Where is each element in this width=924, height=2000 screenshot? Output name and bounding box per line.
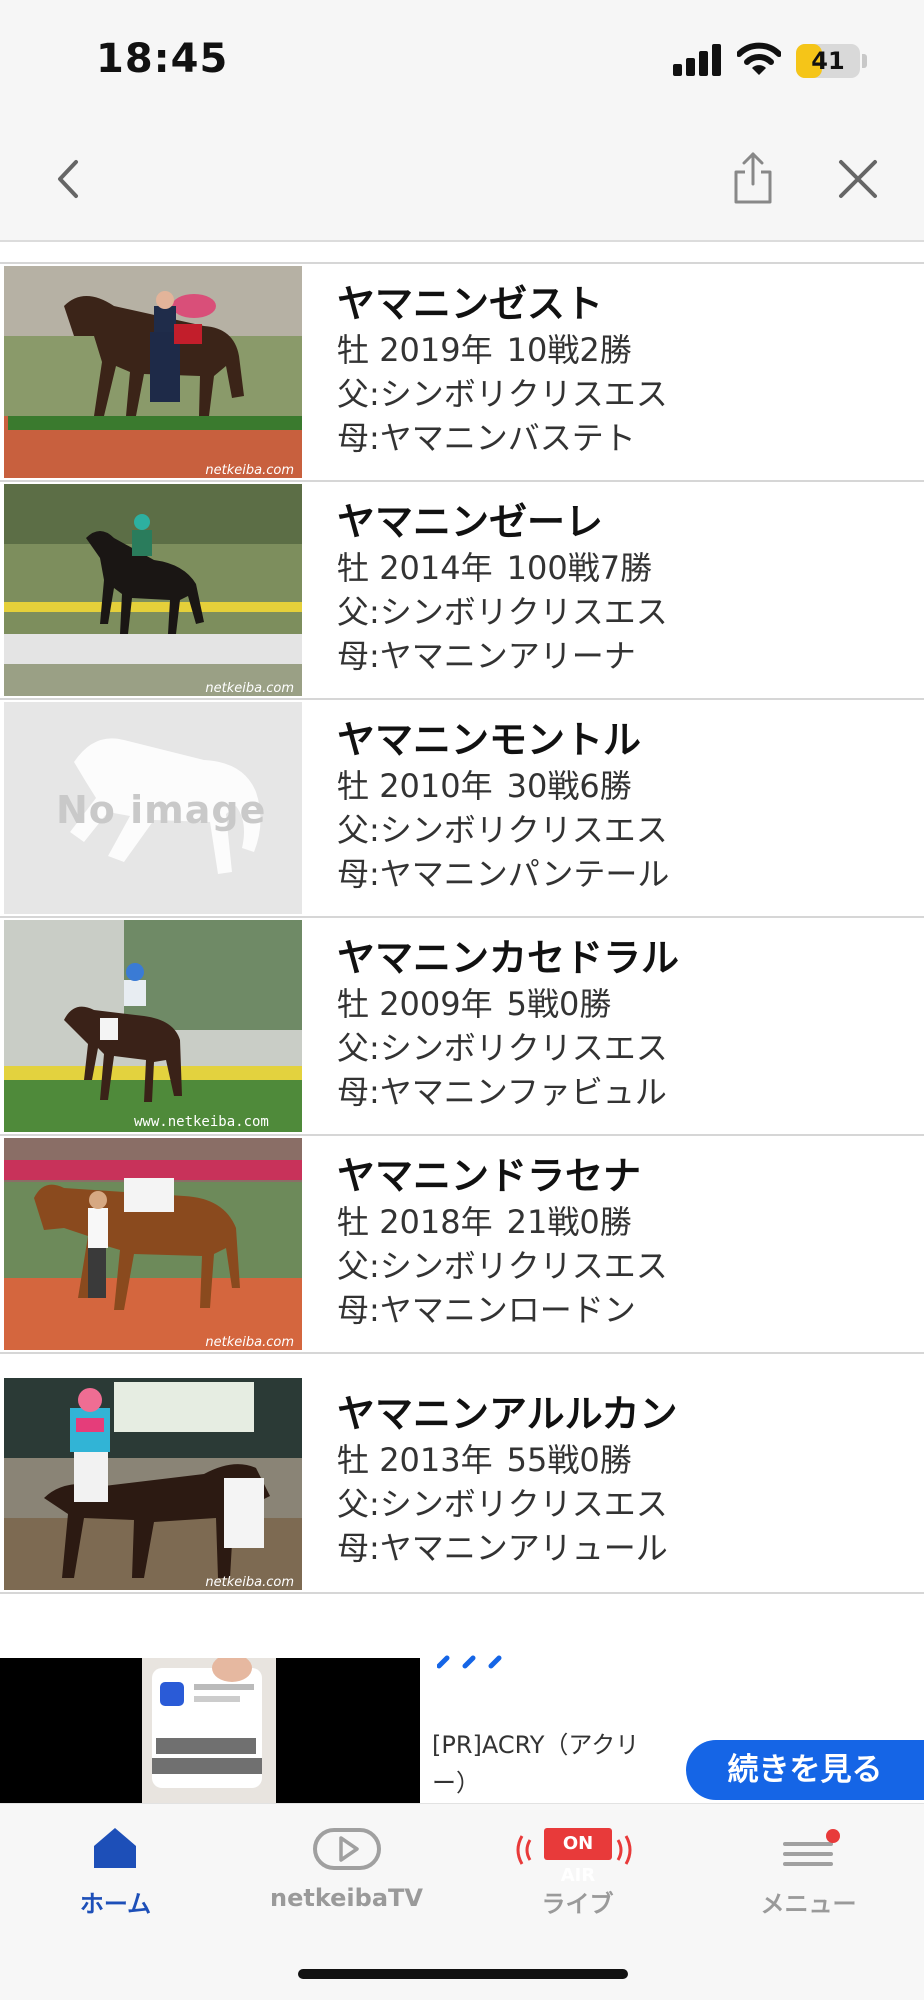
horse-photo: netkeiba.com [4,266,302,478]
ad-banner[interactable]: [PR]ACRY（アクリー） 続きを見る [0,1655,924,1803]
horse-birth-year: 2014年 [379,549,493,587]
battery-percent: 41 [811,47,845,75]
horse-birth-year: 2019年 [379,331,493,369]
horse-sex: 牡 [337,1441,370,1479]
horse-sire: 父:シンボリクリスエス [337,1247,668,1285]
horse-dam: 母:ヤマニンバステト [337,419,636,457]
horse-dam: 母:ヤマニンアリュール [337,1529,668,1567]
horse-sex: 牡 [337,985,370,1023]
horse-record: 5戦0勝 [506,985,612,1023]
horse-info: ヤマニンドラセナ 牡 2018年 21戦0勝 父:シンボリクリスエス 母:ヤマニン… [337,1152,668,1332]
ad-video-frame [142,1658,276,1803]
horse-sex: 牡 [337,767,370,805]
horse-info: ヤマニンカセドラル 牡 2009年 5戦0勝 父:シンボリクリスエス 母:ヤマニン… [337,934,679,1114]
horse-profile: 牡 2009年 5戦0勝 [337,982,679,1026]
ad-video[interactable] [0,1658,420,1803]
home-icon [94,1828,136,1868]
horse-name: ヤマニンゼスト [337,282,604,326]
horse-birth-year: 2010年 [379,767,493,805]
horse-name: ヤマニンアルルカン [337,1392,678,1436]
tab-menu[interactable]: メニュー [693,1804,924,1934]
ad-headline-fragment [437,1655,502,1669]
wifi-icon [737,42,781,75]
horse-sire: 父:シンボリクリスエス [337,375,668,413]
horse-row[interactable]: netkeiba.com ヤマニンドラセナ 牡 2018年 21戦0勝 父:シンボ… [0,1136,924,1354]
cellular-signal-icon [673,44,721,76]
horse-dam: 母:ヤマニンアリーナ [337,637,636,675]
horse-photo: www.netkeiba.com [4,920,302,1132]
tab-label: ホーム [79,1890,152,1918]
tab-home[interactable]: ホーム [0,1804,231,1934]
play-icon [313,1828,381,1870]
horse-photo: netkeiba.com [4,1378,302,1590]
horse-record: 55戦0勝 [506,1441,632,1479]
no-image-label: No image [56,788,267,832]
svg-text:www.netkeiba.com: www.netkeiba.com [134,1114,269,1130]
horse-record: 21戦0勝 [506,1203,632,1241]
horse-birth-year: 2009年 [379,985,493,1023]
horse-dam: 母:ヤマニンパンテール [337,855,670,893]
status-time: 18:45 [96,36,229,82]
horse-sire: 父:シンボリクリスエス [337,1029,668,1067]
horse-row[interactable]: netkeiba.com ヤマニンアルルカン 牡 2013年 55戦0勝 父:シン… [0,1354,924,1594]
horse-sire: 父:シンボリクリスエス [337,811,668,849]
horse-profile: 牡 2019年 10戦2勝 [337,328,668,372]
horse-profile: 牡 2010年 30戦6勝 [337,764,669,808]
horse-info: ヤマニンゼスト 牡 2019年 10戦2勝 父:シンボリクリスエス 母:ヤマニンバ… [337,280,668,460]
menu-icon [783,1829,840,1866]
horse-row[interactable]: netkeiba.com ヤマニンゼーレ 牡 2014年 100戦7勝 父:シンボ… [0,482,924,700]
horse-profile: 牡 2014年 100戦7勝 [337,546,668,590]
horse-name: ヤマニンドラセナ [337,1154,642,1198]
horse-info: ヤマニンゼーレ 牡 2014年 100戦7勝 父:シンボリクリスエス 母:ヤマニン… [337,498,668,678]
horse-record: 30戦6勝 [506,767,632,805]
chevron-left-icon[interactable] [44,154,94,204]
tab-label: netkeibaTV [270,1884,423,1912]
svg-text:netkeiba.com: netkeiba.com [205,463,294,478]
svg-text:netkeiba.com: netkeiba.com [205,681,294,696]
horse-dam: 母:ヤマニンファビュル [337,1073,667,1111]
horse-info: ヤマニンモントル 牡 2010年 30戦6勝 父:シンボリクリスエス 母:ヤマニン… [337,716,669,896]
horse-sex: 牡 [337,1203,370,1241]
horse-list: netkeiba.com ヤマニンゼスト 牡 2019年 10戦2勝 父:シンボリ… [0,262,924,1594]
status-bar: 18:45 41 [0,0,924,120]
horse-sire: 父:シンボリクリスエス [337,1485,668,1523]
ad-sponsor: [PR]ACRY（アクリー） [432,1731,640,1797]
battery-icon: 41 [796,44,860,78]
horse-profile: 牡 2018年 21戦0勝 [337,1200,668,1244]
horse-name: ヤマニンカセドラル [337,936,680,980]
horse-row[interactable]: No image ヤマニンモントル 牡 2010年 30戦6勝 父:シンボリクリス… [0,700,924,918]
ad-cta-button[interactable]: 続きを見る [686,1740,924,1800]
horse-birth-year: 2013年 [379,1441,493,1479]
horse-dam: 母:ヤマニンロードン [337,1291,636,1329]
horse-profile: 牡 2013年 55戦0勝 [337,1438,677,1482]
horse-row[interactable]: www.netkeiba.com ヤマニンカセドラル 牡 2009年 5戦0勝 父… [0,918,924,1136]
browser-nav-bar [0,120,924,242]
horse-photo-placeholder: No image [4,702,302,914]
home-indicator [298,1969,628,1979]
tab-netkeibatv[interactable]: netkeibaTV [231,1804,462,1934]
horse-birth-year: 2018年 [379,1203,493,1241]
horse-sex: 牡 [337,331,370,369]
share-icon[interactable] [728,150,778,206]
close-icon[interactable] [833,154,883,204]
horse-sire: 父:シンボリクリスエス [337,593,668,631]
horse-record: 100戦7勝 [506,549,653,587]
horse-record: 10戦2勝 [506,331,632,369]
horse-row[interactable]: netkeiba.com ヤマニンゼスト 牡 2019年 10戦2勝 父:シンボリ… [0,264,924,482]
on-air-badge: ON AIR [544,1828,612,1886]
tab-label: メニュー [760,1890,857,1918]
bottom-tab-bar: ホーム netkeibaTV ライブ ON AIR メニュー [0,1803,924,2000]
svg-text:netkeiba.com: netkeiba.com [205,1575,294,1590]
horse-name: ヤマニンモントル [337,718,642,762]
horse-photo: netkeiba.com [4,1138,302,1350]
horse-info: ヤマニンアルルカン 牡 2013年 55戦0勝 父:シンボリクリスエス 母:ヤマニ… [337,1390,677,1570]
horse-sex: 牡 [337,549,370,587]
horse-name: ヤマニンゼーレ [337,500,604,544]
horse-photo: netkeiba.com [4,484,302,696]
svg-text:netkeiba.com: netkeiba.com [205,1335,294,1350]
battery-cap [862,54,867,68]
